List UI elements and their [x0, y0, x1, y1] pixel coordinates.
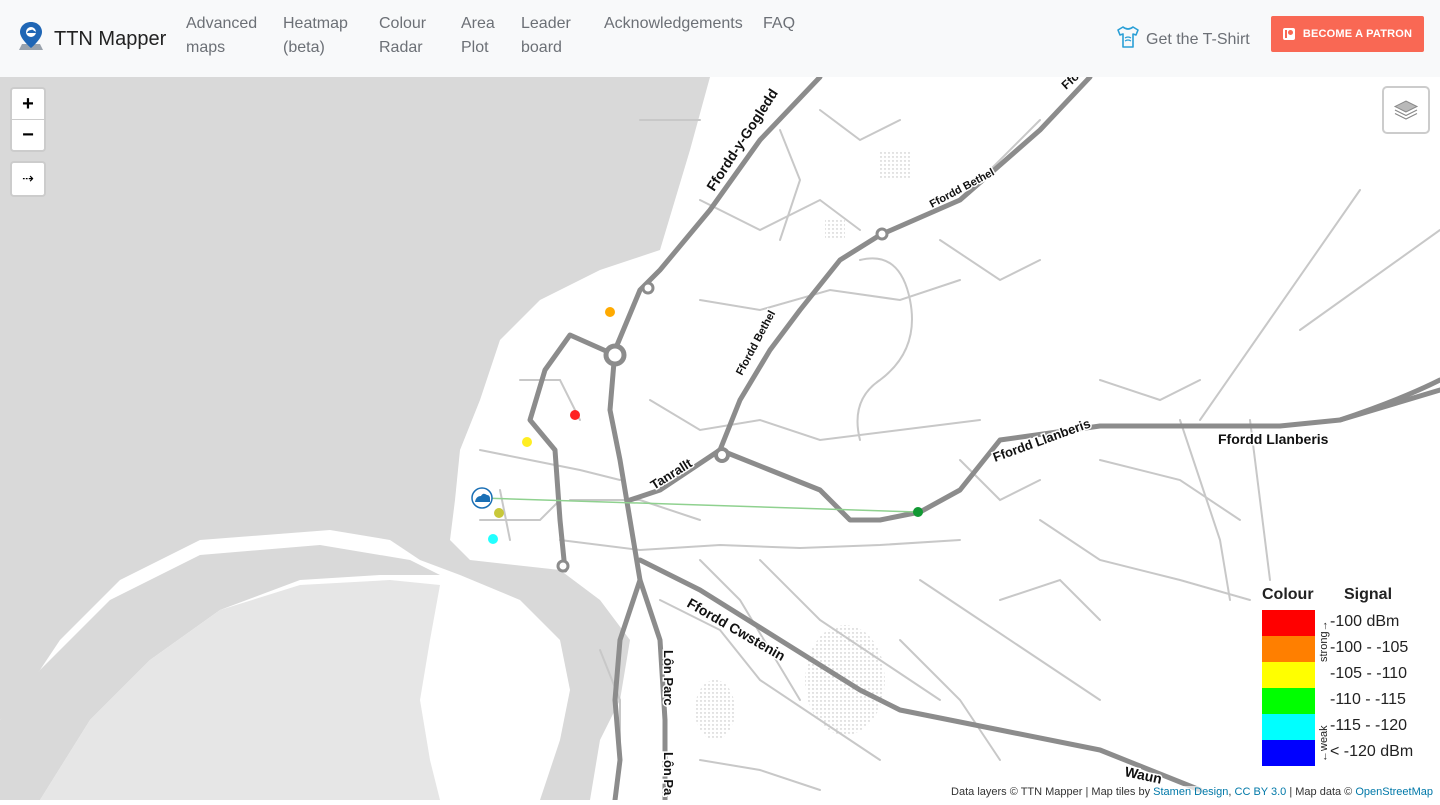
map-canvas[interactable]: Ffordd-y-Gogledd Ffordd Bethel Ffordd Be…: [0, 77, 1440, 800]
tshirt-icon: [1115, 24, 1146, 55]
legend-swatch: [1262, 740, 1315, 766]
road-label: Lôn Pa: [661, 752, 676, 796]
legend-swatch: [1262, 610, 1315, 636]
road-label: Ffordd Llanberis: [1218, 431, 1329, 447]
ttn-mapper-logo-icon: [16, 20, 46, 59]
nav-label: (beta): [283, 36, 348, 60]
green-point[interactable]: [913, 507, 923, 517]
legend-label: -115 - -120: [1330, 717, 1407, 735]
legend-signal-header: Signal: [1344, 586, 1392, 604]
cc-license-link[interactable]: CC BY 3.0: [1235, 786, 1287, 798]
brand[interactable]: TTN Mapper: [16, 20, 166, 59]
orange-point[interactable]: [605, 307, 615, 317]
patreon-icon: [1283, 28, 1295, 40]
attribution-text: | Map data ©: [1286, 786, 1355, 798]
patron-label: BECOME A PATRON: [1303, 28, 1412, 40]
nav-label: board: [521, 36, 571, 60]
legend-colour-header: Colour: [1262, 586, 1314, 604]
nav-area-plot[interactable]: Area Plot: [461, 12, 495, 60]
nav-label: FAQ: [763, 12, 795, 36]
become-patron-button[interactable]: BECOME A PATRON: [1271, 16, 1424, 52]
zoom-control: + −: [10, 87, 46, 152]
nav-label: Leader: [521, 12, 571, 36]
nav-label: Heatmap: [283, 12, 348, 36]
stamen-link[interactable]: Stamen Design: [1153, 786, 1228, 798]
signal-legend: Colour Signal -100 dBm -100 - -105 -105 …: [1258, 586, 1428, 766]
nav-faq[interactable]: FAQ: [763, 12, 795, 36]
legend-label: -110 - -115: [1330, 691, 1406, 709]
nav-label: Plot: [461, 36, 495, 60]
layers-button[interactable]: [1382, 86, 1430, 134]
nav-label: Acknowledgements: [604, 12, 743, 36]
yellow-point[interactable]: [522, 437, 532, 447]
legend-swatch: [1262, 636, 1315, 662]
tshirt-label: Get the T-Shirt: [1146, 31, 1250, 49]
get-tshirt-link[interactable]: Get the T-Shirt: [1115, 24, 1250, 55]
layers-icon: [1392, 94, 1420, 127]
legend-label: < -120 dBm: [1330, 743, 1413, 761]
cyan-point[interactable]: [488, 534, 498, 544]
osm-link[interactable]: OpenStreetMap: [1355, 786, 1433, 798]
zoom-out-button[interactable]: −: [12, 119, 44, 150]
red-point[interactable]: [570, 410, 580, 420]
olive-point[interactable]: [494, 508, 504, 518]
legend-swatch: [1262, 662, 1315, 688]
road-label: Lôn Parc: [661, 650, 676, 706]
gateway-icon[interactable]: [472, 488, 492, 508]
legend-label: -100 - -105: [1330, 639, 1408, 657]
nav-label: Advanced: [186, 12, 257, 36]
legend-strong-label: strong→: [1318, 620, 1330, 662]
nav-leader-board[interactable]: Leader board: [521, 12, 571, 60]
map-tiles: Ffordd-y-Gogledd Ffordd Bethel Ffordd Be…: [0, 77, 1440, 800]
nav-label: Radar: [379, 36, 426, 60]
nav-heatmap[interactable]: Heatmap (beta): [283, 12, 348, 60]
legend-label: -105 - -110: [1330, 665, 1407, 683]
zoom-in-button[interactable]: +: [12, 89, 44, 119]
arrow-control-button[interactable]: ⇢: [10, 161, 46, 197]
legend-swatch: [1262, 714, 1315, 740]
attribution-text: Data layers © TTN Mapper | Map tiles by: [951, 786, 1153, 798]
nav-advanced-maps[interactable]: Advanced maps: [186, 12, 257, 60]
legend-label: -100 dBm: [1330, 613, 1399, 631]
nav-label: Area: [461, 12, 495, 36]
legend-weak-label: ←weak: [1318, 725, 1330, 762]
nav-label: maps: [186, 36, 257, 60]
nav-label: Colour: [379, 12, 426, 36]
map-attribution: Data layers © TTN Mapper | Map tiles by …: [948, 786, 1436, 798]
nav-colour-radar[interactable]: Colour Radar: [379, 12, 426, 60]
navbar: TTN Mapper Advanced maps Heatmap (beta) …: [0, 0, 1440, 77]
legend-swatch: [1262, 688, 1315, 714]
nav-acknowledgements[interactable]: Acknowledgements: [604, 12, 743, 36]
brand-name: TTN Mapper: [54, 28, 166, 51]
